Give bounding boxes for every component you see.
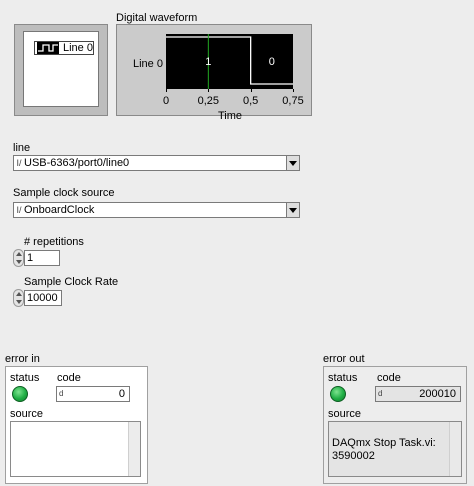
error-out-status-label: status: [328, 372, 358, 384]
sample-clock-rate-stepper[interactable]: [13, 289, 24, 307]
plot-area[interactable]: 10: [166, 34, 293, 89]
error-in-cluster: status code d 0 source: [5, 366, 148, 484]
x-tick: [166, 89, 167, 92]
x-tick-label: 0,75: [282, 95, 304, 107]
error-out-source-label: source: [328, 408, 362, 420]
error-out-source-scrollbar[interactable]: [449, 422, 461, 476]
plot-legend: Line 0: [14, 24, 108, 116]
error-out-source-indicator: DAQmx Stop Task.vi: 3590002: [328, 421, 462, 477]
x-tick: [293, 89, 294, 92]
plot-y-label: Line 0: [133, 58, 163, 70]
x-axis-label: Time: [218, 110, 243, 122]
state-label: 1: [205, 56, 211, 68]
error-out-code-label: code: [377, 372, 401, 384]
line-dropdown[interactable]: I/ USB-6363/port0/line0: [13, 155, 300, 171]
decrement-icon: [16, 260, 22, 264]
io-prefix: I/: [16, 205, 22, 215]
repetitions-stepper[interactable]: [13, 249, 24, 267]
line-value: USB-6363/port0/line0: [24, 157, 130, 169]
decrement-icon: [16, 300, 22, 304]
plot-legend-body: Line 0: [23, 31, 99, 107]
numeric-radix-indicator: d: [59, 389, 64, 398]
sample-clock-rate-input[interactable]: 10000: [24, 290, 62, 306]
error-in-status-led[interactable]: [12, 386, 28, 402]
io-prefix: I/: [16, 158, 22, 168]
x-tick: [250, 89, 252, 92]
sample-clock-source-value: OnboardClock: [24, 204, 95, 216]
dropdown-arrow-icon[interactable]: [286, 203, 299, 217]
repetitions-input[interactable]: 1: [24, 250, 60, 266]
error-in-source-scrollbar[interactable]: [128, 422, 140, 476]
error-out-status-led: [330, 386, 346, 402]
increment-icon: [16, 252, 22, 256]
increment-icon: [16, 292, 22, 296]
error-in-source-label: source: [10, 408, 44, 420]
x-axis: 0 0,25 0,5 0,75: [162, 89, 304, 111]
plot-svg: 10: [166, 34, 293, 89]
numeric-radix-indicator: d: [378, 389, 383, 398]
line-label: line: [13, 142, 31, 154]
sample-clock-source-label: Sample clock source: [13, 187, 115, 199]
dropdown-arrow-icon[interactable]: [286, 156, 299, 170]
error-in-code-label: code: [57, 372, 81, 384]
error-in-title: error in: [5, 353, 40, 365]
error-in-source-input[interactable]: [10, 421, 141, 477]
x-tick-label: 0: [162, 95, 170, 107]
error-out-cluster: status code d 200010 source DAQmx Stop T…: [323, 366, 467, 484]
error-out-code-indicator: d 200010: [375, 386, 461, 402]
error-out-title: error out: [323, 353, 365, 365]
state-label: 0: [269, 56, 275, 68]
repetitions-label: # repetitions: [24, 236, 84, 248]
error-in-code-value: 0: [118, 388, 125, 400]
x-tick-label: 0,5: [243, 95, 259, 107]
x-tick-label: 0,25: [197, 95, 220, 107]
error-in-code-input[interactable]: d 0: [56, 386, 130, 402]
digital-line-icon: [37, 42, 59, 54]
error-out-source-value: DAQmx Stop Task.vi: 3590002: [332, 437, 436, 462]
x-tick: [208, 89, 210, 92]
legend-item-line0[interactable]: Line 0: [34, 41, 94, 55]
waveform-title: Digital waveform: [116, 12, 198, 24]
sample-clock-rate-label: Sample Clock Rate: [24, 276, 119, 288]
legend-item-label: Line 0: [63, 42, 93, 54]
error-in-status-label: status: [10, 372, 40, 384]
sample-clock-source-dropdown[interactable]: I/ OnboardClock: [13, 202, 300, 218]
error-out-code-value: 200010: [419, 388, 456, 400]
